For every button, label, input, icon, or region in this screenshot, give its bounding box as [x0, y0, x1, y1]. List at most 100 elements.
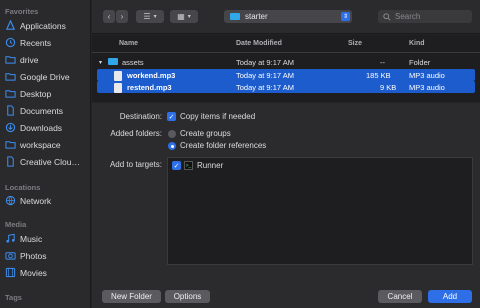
file-name: assets: [122, 58, 144, 67]
sidebar-section-favorites: Favorites: [5, 7, 39, 16]
column-size[interactable]: Size: [348, 40, 362, 47]
sidebar-item-movies[interactable]: Movies: [4, 265, 90, 280]
sidebar-item-google-drive[interactable]: Google Drive: [4, 69, 90, 84]
sidebar-item-workspace[interactable]: workspace: [4, 137, 90, 152]
path-popup[interactable]: starter ⇕: [224, 10, 352, 23]
target-name: Runner: [197, 161, 224, 170]
file-kind: Folder: [409, 58, 431, 67]
globe-icon: [4, 195, 16, 207]
sidebar-item-photos[interactable]: Photos: [4, 248, 90, 263]
create-folder-references-radio[interactable]: [168, 142, 176, 150]
sidebar-item-label: Music: [20, 233, 43, 244]
film-icon: [4, 267, 16, 279]
folder-icon: [4, 71, 16, 83]
file-date: Today at 9:17 AM: [236, 71, 294, 80]
forward-button[interactable]: ›: [116, 10, 128, 23]
added-folders-label: Added folders:: [110, 129, 162, 138]
music-icon: [4, 233, 16, 245]
chevron-down-icon: ▾: [153, 14, 157, 20]
sidebar-item-creative-cloud[interactable]: Creative Clou…: [4, 154, 90, 169]
path-label: starter: [245, 12, 268, 21]
add-button[interactable]: Add: [428, 290, 472, 303]
copy-items-label: Copy items if needed: [180, 112, 256, 121]
file-date: Today at 9:17 AM: [236, 83, 294, 92]
new-folder-button[interactable]: New Folder: [102, 290, 161, 303]
folder-icon: [230, 13, 240, 20]
sidebar-section-media: Media: [5, 220, 27, 229]
document-icon: [4, 156, 16, 168]
search-icon: [383, 12, 391, 21]
chevron-updown-icon: ⇕: [341, 12, 350, 21]
sidebar-item-drive[interactable]: drive: [4, 52, 90, 67]
table-row[interactable]: workend.mp3 Today at 9:17 AM 185 KB MP3 …: [97, 69, 475, 81]
runner-target-checkbox[interactable]: ✓: [172, 161, 181, 170]
back-icon: ‹: [107, 12, 111, 21]
sidebar-item-label: Movies: [20, 267, 47, 278]
list-view-button[interactable]: ☰ ▾: [136, 10, 164, 23]
file-date: Today at 9:17 AM: [236, 58, 294, 67]
sidebar-item-label: workspace: [20, 139, 61, 150]
column-name[interactable]: Name: [119, 40, 138, 47]
sidebar-item-label: Network: [20, 195, 52, 206]
grid-view-button[interactable]: ▦ ▾: [170, 10, 198, 23]
file-size: 185 KB: [366, 71, 391, 80]
file-size: --: [380, 58, 385, 67]
file-name: workend.mp3: [127, 71, 176, 80]
folder-icon: [4, 139, 16, 151]
sidebar-item-applications[interactable]: Applications: [4, 18, 90, 33]
copy-items-checkbox[interactable]: ✓: [167, 112, 176, 121]
targets-list: ✓ >_ Runner: [167, 157, 473, 265]
options-panel: Destination: ✓ Copy items if needed Adde…: [92, 103, 480, 308]
sidebar-item-label: Google Drive: [20, 71, 70, 82]
file-kind: MP3 audio: [409, 71, 445, 80]
table-row[interactable]: ▾ assets Today at 9:17 AM -- Folder: [97, 56, 475, 68]
sidebar-item-documents[interactable]: Documents: [4, 103, 90, 118]
download-icon: [4, 122, 16, 134]
checkmark-icon: ✓: [168, 113, 175, 121]
folder-icon: [4, 54, 16, 66]
list-view-icon: ☰: [143, 12, 151, 21]
create-folder-references-label: Create folder references: [180, 141, 267, 150]
chevron-down-icon: ▾: [187, 14, 191, 20]
sidebar-item-label: Creative Clou…: [20, 156, 80, 167]
back-button[interactable]: ‹: [103, 10, 115, 23]
file-size: 9 KB: [380, 83, 397, 92]
sidebar-item-music[interactable]: Music: [4, 231, 90, 246]
sidebar-item-desktop[interactable]: Desktop: [4, 86, 90, 101]
sidebar-item-label: Documents: [20, 105, 63, 116]
sidebar-item-label: Applications: [20, 20, 66, 31]
file-list: Name Date Modified Size Kind ▾ assets To…: [92, 35, 480, 102]
audio-file-icon: [114, 71, 122, 81]
destination-label: Destination:: [119, 112, 162, 121]
sidebar-section-tags: Tags: [5, 293, 22, 302]
checkmark-icon: ✓: [173, 162, 180, 170]
sidebar-item-network[interactable]: Network: [4, 193, 90, 208]
sidebar-item-label: Photos: [20, 250, 47, 261]
table-row[interactable]: restend.mp3 Today at 9:17 AM 9 KB MP3 au…: [97, 81, 475, 93]
options-button[interactable]: Options: [165, 290, 210, 303]
toolbar: ‹ › ☰ ▾ ▦ ▾ starter ⇕ Search: [92, 0, 480, 34]
search-placeholder: Search: [395, 12, 421, 21]
search-input[interactable]: Search: [378, 10, 472, 23]
sidebar-item-label: drive: [20, 54, 39, 65]
create-groups-radio[interactable]: [168, 130, 176, 138]
sidebar-item-label: Downloads: [20, 122, 63, 133]
forward-icon: ›: [120, 12, 124, 21]
audio-file-icon: [114, 83, 122, 93]
create-groups-label: Create groups: [180, 129, 231, 138]
column-date-modified[interactable]: Date Modified: [236, 40, 282, 47]
cancel-button[interactable]: Cancel: [378, 290, 422, 303]
sidebar-item-recents[interactable]: Recents: [4, 35, 90, 50]
disclosure-icon: ▾: [99, 60, 103, 66]
sidebar-item-label: Recents: [20, 37, 52, 48]
clock-icon: [4, 37, 16, 49]
app-target-icon: >_: [184, 161, 193, 170]
sidebar-item-label: Desktop: [20, 88, 52, 99]
sidebar-section-locations: Locations: [5, 183, 41, 192]
applications-icon: [4, 20, 16, 32]
document-icon: [4, 105, 16, 117]
sidebar-item-downloads[interactable]: Downloads: [4, 120, 90, 135]
camera-icon: [4, 250, 16, 262]
file-name: restend.mp3: [127, 83, 172, 92]
column-kind[interactable]: Kind: [409, 40, 425, 47]
